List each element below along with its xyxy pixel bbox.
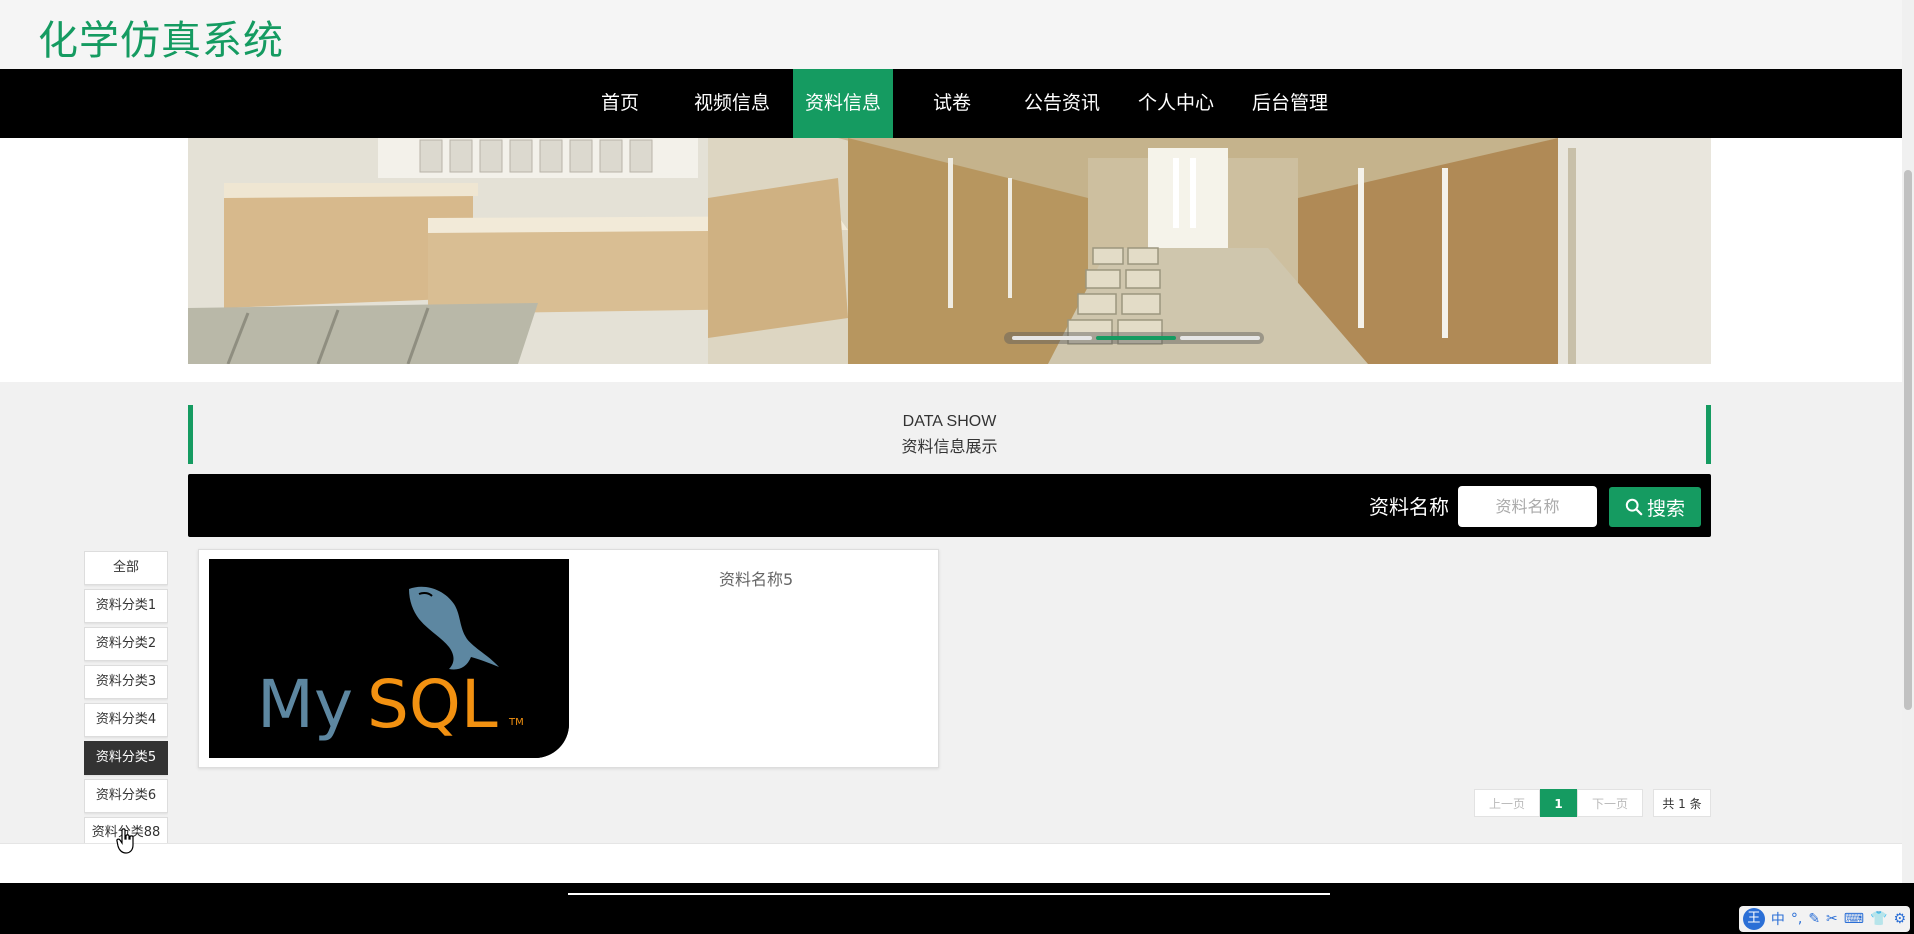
search-icon: [1625, 498, 1643, 516]
result-card[interactable]: My SQL TM 资料名称5: [198, 549, 939, 768]
section-heading: DATA SHOW 资料信息展示: [188, 405, 1711, 464]
category-item-2[interactable]: 资料分类2: [84, 627, 168, 661]
site-header: 化学仿真系统: [0, 0, 1902, 69]
category-all[interactable]: 全部: [84, 551, 168, 585]
mysql-logo: My SQL TM: [209, 559, 569, 758]
search-label: 资料名称: [1369, 495, 1449, 519]
next-page-button[interactable]: 下一页: [1577, 789, 1643, 817]
hand-cursor-icon: [116, 828, 134, 854]
category-item-3[interactable]: 资料分类3: [84, 665, 168, 699]
logo-text-my: My: [257, 666, 353, 743]
section-title-en: DATA SHOW: [902, 413, 997, 430]
main-nav: 首页 视频信息 资料信息 试卷 公告资讯 个人中心 后台管理: [0, 69, 1902, 138]
nav-item-admin[interactable]: 后台管理: [1248, 69, 1332, 138]
carousel-dot-2[interactable]: [1096, 336, 1176, 340]
gear-icon[interactable]: ⚙: [1893, 911, 1906, 927]
nav-item-home[interactable]: 首页: [591, 69, 649, 138]
ime-toolbar: 王 中 °, ✎ ✂ ⌨ 👕 ⚙: [1738, 906, 1910, 932]
category-item-1[interactable]: 资料分类1: [84, 589, 168, 623]
footer-divider: [568, 893, 1330, 895]
category-item-6[interactable]: 资料分类6: [84, 779, 168, 813]
keyboard-icon[interactable]: ⌨: [1844, 911, 1864, 927]
result-card-image: My SQL TM: [209, 559, 569, 758]
banner-image: [188, 138, 1711, 364]
carousel-indicators: [1004, 332, 1264, 344]
footer: [0, 883, 1914, 934]
category-item-4[interactable]: 资料分类4: [84, 703, 168, 737]
result-card-title[interactable]: 资料名称5: [719, 566, 793, 590]
logo-text-sql: SQL: [367, 666, 498, 743]
scrollbar-thumb[interactable]: [1904, 170, 1912, 710]
svg-text:TM: TM: [508, 717, 524, 728]
page-scrollbar[interactable]: [1902, 0, 1914, 883]
nav-item-videos[interactable]: 视频信息: [690, 69, 774, 138]
site-title[interactable]: 化学仿真系统: [38, 8, 284, 66]
ime-mode-toggle[interactable]: 中: [1771, 909, 1785, 929]
banner-section: [0, 138, 1902, 382]
page-button-current[interactable]: 1: [1540, 789, 1577, 817]
carousel-dot-3[interactable]: [1180, 336, 1260, 340]
pen-icon[interactable]: ✎: [1808, 911, 1820, 927]
banner-carousel[interactable]: [188, 138, 1711, 364]
search-button-label: 搜索: [1646, 497, 1685, 520]
ime-punctuation-toggle[interactable]: °,: [1791, 911, 1802, 927]
search-button[interactable]: 搜索: [1609, 487, 1701, 527]
ime-logo[interactable]: 王: [1742, 908, 1765, 930]
prev-page-button[interactable]: 上一页: [1474, 789, 1540, 817]
search-input[interactable]: [1458, 486, 1597, 527]
section-title-cn: 资料信息展示: [901, 437, 998, 456]
content-bottom-strip: [0, 843, 1902, 883]
category-list: 全部 资料分类1 资料分类2 资料分类3 资料分类4 资料分类5 资料分类6 资…: [84, 551, 168, 871]
search-bar: 资料名称 搜索: [188, 474, 1711, 537]
scissors-icon[interactable]: ✂: [1826, 911, 1838, 927]
nav-item-materials[interactable]: 资料信息: [793, 69, 893, 138]
category-item-5[interactable]: 资料分类5: [84, 741, 168, 775]
nav-item-exams[interactable]: 试卷: [926, 69, 978, 138]
nav-item-profile[interactable]: 个人中心: [1134, 69, 1218, 138]
total-count: 共 1 条: [1653, 789, 1711, 817]
shirt-icon[interactable]: 👕: [1870, 911, 1887, 927]
nav-item-announcements[interactable]: 公告资讯: [1018, 69, 1106, 138]
carousel-dot-1[interactable]: [1012, 336, 1092, 340]
